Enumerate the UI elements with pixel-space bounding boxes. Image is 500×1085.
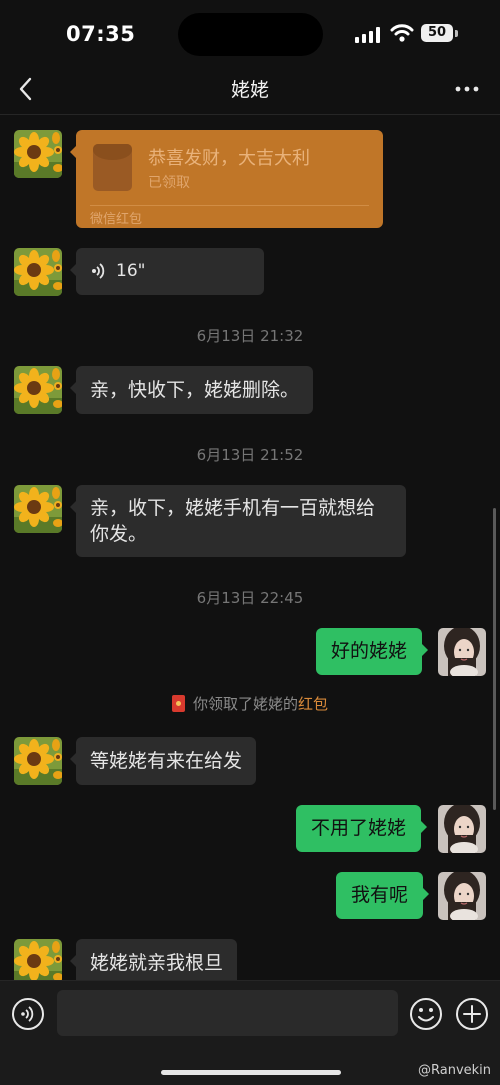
voice-duration: 16" [116, 261, 146, 281]
message-text: 好的姥姥 [331, 640, 408, 662]
chat-title: 姥姥 [230, 79, 269, 101]
red-packet-status: 已领取 [148, 175, 190, 191]
message-text: 等姥姥有来在给发 [90, 750, 243, 772]
red-packet-link[interactable]: 红包 [298, 695, 328, 713]
text-message-incoming[interactable]: 等姥姥有来在给发 [69, 737, 257, 785]
home-indicator[interactable] [161, 1070, 341, 1075]
dynamic-island [178, 13, 323, 56]
system-message-text: 你领取了姥姥的 [192, 695, 298, 713]
voice-message[interactable]: 16" [70, 248, 264, 295]
text-message-incoming[interactable]: 亲，收下，姥姥手机有一百就想给 你发。 [70, 485, 406, 557]
red-packet-divider [90, 205, 369, 206]
message-text-line: 你发。 [90, 523, 148, 545]
message-timestamp: 6月13日 21:52 [196, 446, 304, 464]
message-text: 姥姥就亲我根旦 [90, 952, 224, 974]
text-message-outgoing[interactable]: 好的姥姥 [316, 628, 429, 675]
status-time: 07:35 [66, 22, 136, 46]
contact-avatar[interactable] [14, 485, 62, 533]
wifi-icon [390, 24, 414, 42]
message-text: 亲，快收下，姥姥删除。 [90, 379, 300, 401]
message-timestamp: 6月13日 21:32 [196, 327, 304, 345]
message-input[interactable] [57, 990, 398, 1036]
chat-header: 姥姥 [0, 64, 500, 115]
contact-avatar[interactable] [14, 130, 62, 178]
my-avatar[interactable] [438, 628, 486, 676]
battery-tip [455, 30, 458, 37]
voice-message-icon [92, 263, 105, 279]
battery-indicator: 50 [421, 24, 453, 42]
red-packet-icon [171, 695, 185, 712]
red-packet-title: 恭喜发财，大吉大利 [148, 148, 310, 169]
red-packet-icon [93, 144, 132, 191]
message-text: 不用了姥姥 [311, 817, 407, 839]
contact-avatar[interactable] [14, 737, 62, 785]
my-avatar[interactable] [438, 805, 486, 853]
cellular-signal-icon [355, 27, 380, 43]
voice-input-icon[interactable] [11, 997, 45, 1031]
message-timestamp: 6月13日 22:45 [196, 589, 304, 607]
more-icon[interactable] [452, 76, 482, 102]
message-text: 我有呢 [351, 884, 409, 906]
contact-avatar[interactable] [14, 366, 62, 414]
text-message-outgoing[interactable]: 不用了姥姥 [296, 805, 428, 852]
red-packet-footer: 微信红包 [90, 212, 143, 227]
system-message: 你领取了姥姥的红包 [0, 693, 500, 714]
emoji-icon[interactable] [409, 997, 443, 1031]
plus-icon[interactable] [455, 997, 489, 1031]
contact-avatar[interactable] [14, 248, 62, 296]
message-text-line: 亲，收下，姥姥手机有一百就想给 [90, 497, 376, 519]
text-message-incoming[interactable]: 亲，快收下，姥姥删除。 [69, 366, 314, 414]
chat-scrollbar[interactable] [493, 508, 496, 810]
red-packet-message[interactable]: 恭喜发财，大吉大利 已领取 微信红包 [70, 130, 383, 228]
text-message-outgoing[interactable]: 我有呢 [336, 872, 430, 919]
status-bar: 07:35 50 [0, 0, 500, 64]
watermark-text: @Ranvekin [418, 1063, 492, 1078]
my-avatar[interactable] [438, 872, 486, 920]
